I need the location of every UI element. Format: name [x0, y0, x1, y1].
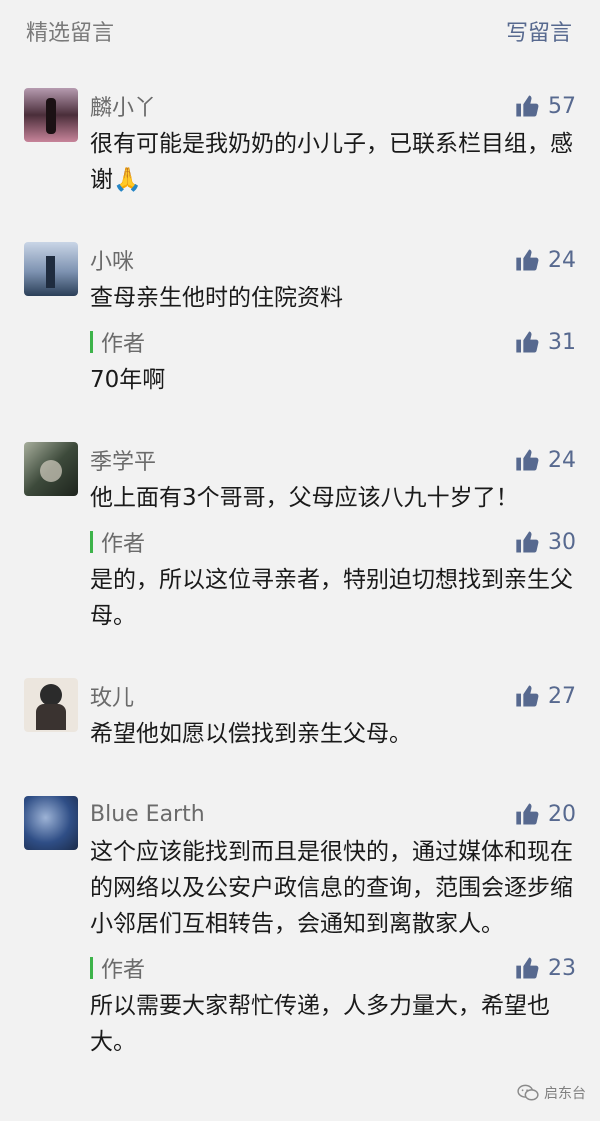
reply-text: 所以需要大家帮忙传递，人多力量大，希望也大。: [90, 993, 550, 1055]
write-comment-link[interactable]: 写留言: [506, 15, 572, 47]
like-count: 27: [548, 683, 576, 709]
thumbs-up-icon: [516, 249, 539, 271]
comment-nickname: 季学平: [90, 450, 157, 475]
comment-nickname: Blue Earth: [90, 801, 205, 827]
comment-text: 他上面有3个哥哥，父母应该八九十岁了！: [90, 485, 519, 511]
author-bar: [90, 957, 93, 979]
like-count: 30: [548, 529, 576, 555]
like-button[interactable]: 31: [514, 328, 576, 356]
thumbs-up-icon: [516, 531, 539, 553]
thumbs-up-icon: [516, 685, 539, 707]
watermark-text: 启东台: [544, 1086, 586, 1102]
avatar[interactable]: [24, 242, 78, 296]
avatar[interactable]: [24, 88, 78, 142]
like-count: 20: [548, 801, 576, 827]
comment-text: 查母亲生他时的住院资料: [90, 285, 343, 311]
author-reply-header: 作者 31: [90, 324, 576, 360]
section-title: 精选留言: [26, 21, 115, 46]
comment-text: 希望他如愿以偿找到亲生父母。: [90, 721, 412, 747]
comment-text: 这个应该能找到而且是很快的，通过媒体和现在的网络以及公安户政信息的查询，范围会逐…: [90, 839, 573, 937]
avatar[interactable]: [24, 796, 78, 850]
author-bar: [90, 331, 93, 353]
author-label: 作者: [90, 952, 145, 984]
comment-text: 很有可能是我奶奶的小儿子，已联系栏目组，感谢🙏: [90, 131, 573, 193]
like-button[interactable]: 23: [514, 954, 576, 982]
like-button[interactable]: 20: [514, 800, 576, 828]
like-count: 24: [548, 447, 576, 473]
like-button[interactable]: 57: [514, 92, 576, 120]
comments-header: 精选留言 写留言: [0, 0, 600, 62]
like-button[interactable]: 27: [514, 682, 576, 710]
comment-item: 季学平 24 他上面有3个哥哥，父母应该八九十岁了！ 作者 30 是的，所以这位…: [0, 442, 600, 634]
author-label-text: 作者: [101, 332, 146, 357]
author-bar: [90, 531, 93, 553]
reply-text: 70年啊: [90, 367, 166, 393]
author-label-text: 作者: [101, 532, 146, 557]
author-label: 作者: [90, 326, 145, 358]
author-label: 作者: [90, 526, 145, 558]
thumbs-up-icon: [516, 331, 539, 353]
like-count: 31: [548, 329, 576, 355]
like-count: 23: [548, 955, 576, 981]
comment-item: 小咪 24 查母亲生他时的住院资料 作者 31 70年啊: [0, 242, 600, 398]
like-count: 24: [548, 247, 576, 273]
thumbs-up-icon: [516, 803, 539, 825]
author-reply-header: 作者 23: [90, 950, 576, 986]
watermark: 启东台: [517, 1083, 586, 1103]
comment-item: 麟小丫 57 很有可能是我奶奶的小儿子，已联系栏目组，感谢🙏: [0, 88, 600, 198]
author-reply-header: 作者 30: [90, 524, 576, 560]
thumbs-up-icon: [516, 957, 539, 979]
like-count: 57: [548, 93, 576, 119]
comment-nickname: 麟小丫: [90, 96, 157, 121]
like-button[interactable]: 24: [514, 246, 576, 274]
comment-nickname: 小咪: [90, 250, 135, 275]
like-button[interactable]: 30: [514, 528, 576, 556]
comment-item: 玫儿 27 希望他如愿以偿找到亲生父母。: [0, 678, 600, 752]
like-button[interactable]: 24: [514, 446, 576, 474]
avatar[interactable]: [24, 442, 78, 496]
author-label-text: 作者: [101, 958, 146, 983]
comment-nickname: 玫儿: [90, 686, 135, 711]
comment-item: Blue Earth 20 这个应该能找到而且是很快的，通过媒体和现在的网络以及…: [0, 796, 600, 1060]
wechat-icon: [517, 1084, 539, 1101]
thumbs-up-icon: [516, 449, 539, 471]
reply-text: 是的，所以这位寻亲者，特别迫切想找到亲生父母。: [90, 567, 573, 629]
thumbs-up-icon: [516, 95, 539, 117]
avatar[interactable]: [24, 678, 78, 732]
